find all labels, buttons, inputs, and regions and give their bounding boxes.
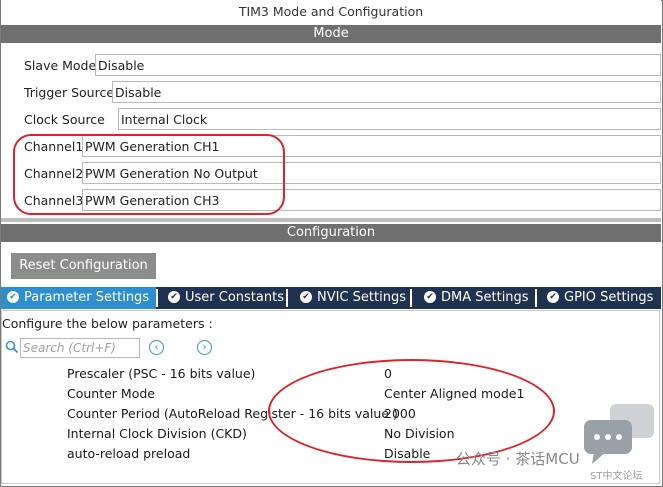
window-title: TIM3 Mode and Configuration — [1, 0, 661, 24]
channel3-row: Channel3 PWM Generation CH3 — [1, 189, 661, 213]
channel1-label: Channel1 — [24, 139, 84, 154]
tab-label: User Constants — [185, 290, 284, 305]
tab-label: Parameter Settings — [24, 290, 150, 305]
chat-bubble-icon — [584, 404, 656, 469]
parameter-name: auto-reload preload — [67, 446, 191, 461]
clock-source-row: Clock Source Internal Clock — [1, 108, 661, 132]
channel2-select[interactable]: PWM Generation No Output — [82, 162, 661, 184]
check-circle-icon: ✔ — [424, 290, 436, 303]
parameter-name: Prescaler (PSC - 16 bits value) — [67, 366, 256, 381]
slave-mode-select[interactable]: Disable — [95, 54, 661, 76]
tab-strip: ✔ Parameter Settings ✔ User Constants ✔ NVI… — [1, 287, 661, 309]
mode-panel: Slave Mode Disable Trigger Source Disabl… — [1, 45, 661, 217]
trigger-source-label: Trigger Source — [24, 85, 115, 100]
mode-divider — [1, 218, 661, 222]
clock-source-label: Clock Source — [24, 112, 105, 127]
slave-mode-label: Slave Mode — [24, 58, 97, 73]
parameter-value[interactable]: 0 — [384, 366, 392, 381]
tab-user-constants[interactable]: ✔ User Constants — [158, 287, 286, 309]
previous-arrow-icon[interactable]: ‹ — [149, 340, 164, 355]
parameter-value[interactable]: Center Aligned mode1 — [384, 386, 524, 401]
channel1-select[interactable]: PWM Generation CH1 — [82, 135, 661, 157]
tab-gpio-settings[interactable]: ✔ GPIO Settings — [537, 287, 661, 309]
clock-source-select[interactable]: Internal Clock — [118, 108, 661, 130]
search-icon[interactable] — [5, 340, 19, 354]
parameter-name: Counter Period (AutoReload Register - 16… — [67, 406, 398, 421]
tab-nvic-settings[interactable]: ✔ NVIC Settings — [288, 287, 410, 309]
parameter-value[interactable]: Disable — [384, 446, 430, 461]
search-input[interactable] — [20, 338, 140, 358]
tab-label: DMA Settings — [441, 290, 529, 305]
configure-hint: Configure the below parameters : — [2, 316, 213, 331]
tab-dma-settings[interactable]: ✔ DMA Settings — [412, 287, 535, 309]
trigger-source-select[interactable]: Disable — [112, 81, 661, 103]
tab-label: GPIO Settings — [564, 290, 654, 305]
channel3-select[interactable]: PWM Generation CH3 — [82, 189, 661, 211]
tab-parameter-settings[interactable]: ✔ Parameter Settings — [1, 287, 156, 309]
configuration-section-header: Configuration — [1, 224, 661, 242]
channel1-row: Channel1 PWM Generation CH1 — [1, 135, 661, 159]
check-circle-icon: ✔ — [300, 290, 312, 303]
watermark-subtext: ST中文论坛 — [590, 471, 643, 482]
channel2-row: Channel2 PWM Generation No Output — [1, 162, 661, 186]
mode-section-header: Mode — [1, 25, 661, 43]
parameter-value[interactable]: 2000 — [384, 406, 416, 421]
slave-mode-row: Slave Mode Disable — [1, 54, 661, 78]
parameter-name: Internal Clock Division (CKD) — [67, 426, 247, 441]
reset-configuration-button[interactable]: Reset Configuration — [11, 253, 156, 279]
trigger-source-row: Trigger Source Disable — [1, 81, 661, 105]
channel3-label: Channel3 — [24, 193, 84, 208]
watermark-text: 公众号 · 茶话MCU — [456, 450, 580, 468]
parameter-name: Counter Mode — [67, 386, 155, 401]
check-circle-icon: ✔ — [168, 290, 180, 303]
check-circle-icon: ✔ — [7, 290, 19, 303]
next-arrow-icon[interactable]: › — [197, 340, 212, 355]
tab-label: NVIC Settings — [317, 290, 406, 305]
parameter-value[interactable]: No Division — [384, 426, 455, 441]
channel2-label: Channel2 — [24, 166, 84, 181]
check-circle-icon: ✔ — [547, 290, 559, 303]
